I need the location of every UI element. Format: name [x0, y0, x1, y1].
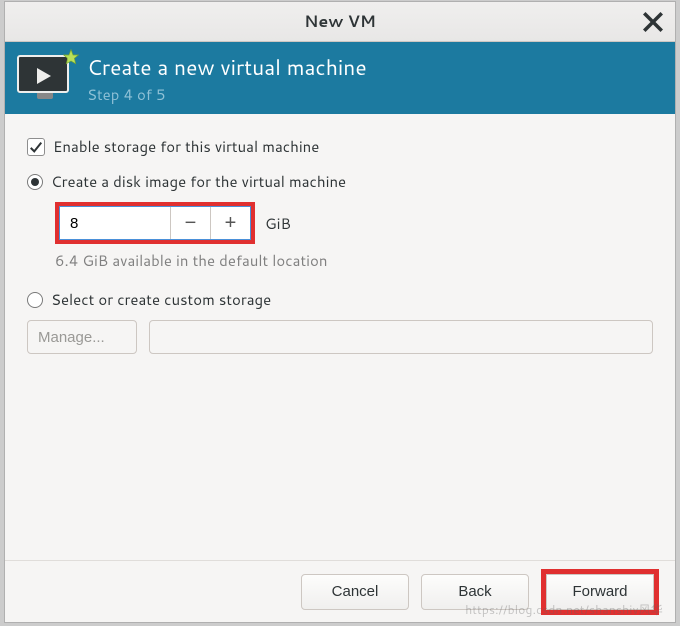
custom-storage-radio[interactable] [27, 292, 43, 308]
disk-size-input[interactable] [60, 207, 170, 239]
wizard-header-text: Create a new virtual machine Step 4 of 5 [87, 52, 367, 105]
vm-monitor-icon [17, 55, 73, 101]
create-disk-row[interactable]: Create a disk image for the virtual mach… [27, 171, 653, 192]
forward-highlight: Forward [541, 569, 659, 615]
back-button[interactable]: Back [421, 574, 529, 610]
wizard-heading: Create a new virtual machine [87, 52, 367, 82]
available-space-hint: 6.4 GiB available in the default locatio… [55, 250, 653, 271]
titlebar: New VM [5, 2, 675, 42]
wizard-content: Enable storage for this virtual machine … [5, 114, 675, 560]
disk-size-unit: GiB [265, 213, 291, 234]
disk-size-increment[interactable]: + [210, 207, 250, 239]
disk-size-spinbutton: − + [59, 206, 251, 240]
minus-icon: − [185, 212, 197, 234]
custom-storage-controls: Manage... [27, 320, 653, 354]
wizard-step: Step 4 of 5 [87, 84, 367, 105]
forward-button[interactable]: Forward [546, 574, 654, 610]
enable-storage-checkbox[interactable] [27, 138, 45, 156]
window-title: New VM [304, 10, 376, 33]
wizard-header: Create a new virtual machine Step 4 of 5 [5, 42, 675, 114]
dialog-window: New VM Create a new virtual machine Step… [4, 1, 676, 623]
checkmark-icon [29, 140, 43, 154]
disk-size-highlight: − + [55, 202, 255, 244]
close-button[interactable] [639, 8, 667, 36]
plus-icon: + [225, 212, 237, 234]
disk-size-decrement[interactable]: − [170, 207, 210, 239]
custom-storage-path-input[interactable] [149, 320, 653, 354]
create-disk-label: Create a disk image for the virtual mach… [51, 171, 346, 192]
custom-storage-row[interactable]: Select or create custom storage [27, 289, 653, 310]
manage-storage-button[interactable]: Manage... [27, 320, 137, 354]
new-star-icon [63, 49, 79, 65]
enable-storage-row[interactable]: Enable storage for this virtual machine [27, 136, 653, 157]
custom-storage-label: Select or create custom storage [51, 289, 271, 310]
disk-size-row: − + GiB [55, 202, 653, 244]
wizard-footer: Cancel Back Forward [5, 560, 675, 622]
create-disk-radio[interactable] [27, 174, 43, 190]
enable-storage-label: Enable storage for this virtual machine [53, 136, 319, 157]
close-icon [639, 8, 667, 36]
cancel-button[interactable]: Cancel [301, 574, 409, 610]
